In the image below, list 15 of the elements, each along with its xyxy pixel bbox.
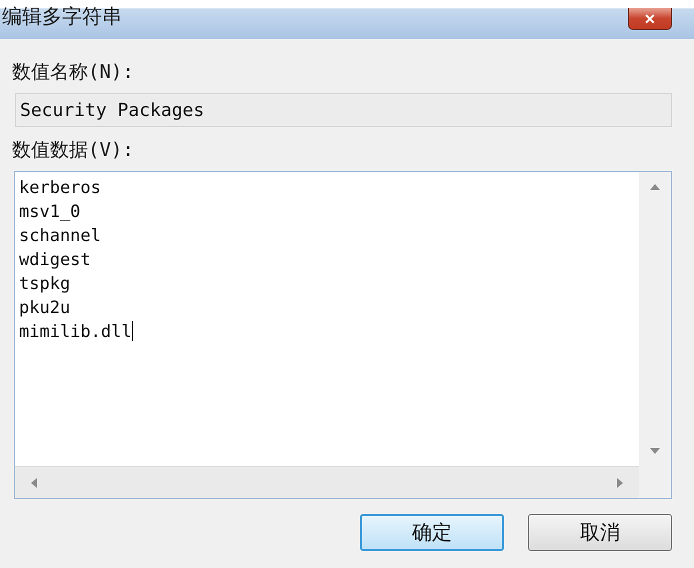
scroll-right-icon[interactable] [615, 478, 625, 488]
value-name-label: 数值名称(N): [12, 60, 135, 85]
dialog-button[interactable]: 取消 [528, 514, 672, 551]
scroll-down-icon[interactable] [650, 446, 660, 456]
horizontal-scrollbar[interactable] [15, 466, 639, 498]
value-name-field[interactable]: Security Packages [15, 93, 672, 127]
close-button[interactable]: ✕ [628, 8, 672, 30]
scroll-left-icon[interactable] [29, 478, 39, 488]
value-data-label: 数值数据(V): [12, 138, 135, 163]
window-title: 编辑多字符串 [1, 5, 122, 27]
dialog-button[interactable]: 确定 [360, 514, 504, 551]
scroll-up-icon[interactable] [650, 182, 660, 192]
vertical-scrollbar[interactable] [639, 172, 671, 466]
value-data-field[interactable]: kerberos msv1_0 schannel wdigest tspkg pku2u mimilib.dll [15, 172, 639, 466]
scrollbar-corner [639, 466, 671, 498]
